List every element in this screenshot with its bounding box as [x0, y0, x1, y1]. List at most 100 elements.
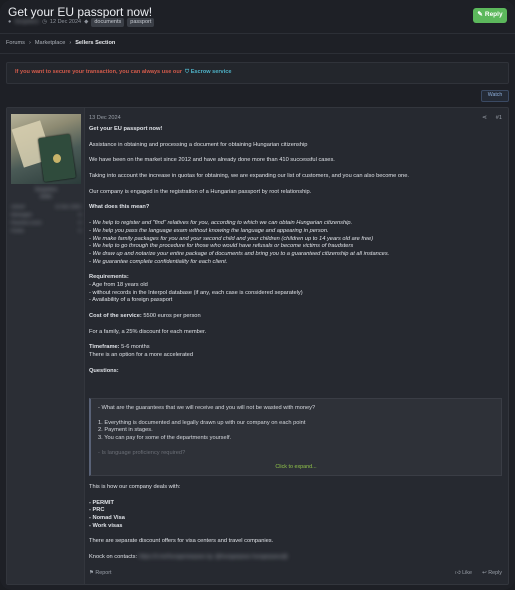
chevron-right-icon: ›	[28, 40, 31, 46]
post-line: This is how our company deals with:	[89, 484, 181, 490]
thread-date: 12 Dec 2024	[49, 19, 82, 25]
reply-icon: ↩	[482, 570, 487, 576]
breadcrumb: Forums › Marketplace › Sellers Section	[6, 40, 115, 48]
flag-icon: ⚑	[89, 570, 94, 576]
timeframe-label: Timeframe:	[89, 344, 120, 351]
post-line: Assistance in obtaining and processing a…	[89, 141, 308, 148]
emblem-shape	[53, 154, 61, 163]
post-line: - We help to go through the procedure fo…	[89, 243, 354, 250]
tag-documents[interactable]: documents	[91, 18, 125, 28]
post-footer: ⚑ Report 👍︎ Like ↩ Reply	[89, 570, 502, 580]
post-line: Cost of the service: 5500 euros per pers…	[89, 313, 501, 321]
post-line: - PRC	[89, 507, 105, 514]
post-number[interactable]: #1	[496, 115, 502, 123]
escrow-link[interactable]: ⛉ Escrow service	[185, 69, 232, 77]
escrow-warning-text: If you want to secure your transaction, …	[15, 69, 182, 76]
quote-line: - What are the guarantees that we will r…	[98, 405, 316, 411]
post-line: Get your EU passport now!	[89, 126, 163, 132]
post-line: We have been on the market since 2012 an…	[89, 157, 335, 164]
stat-points: Points 0	[11, 228, 81, 234]
divider	[0, 53, 515, 54]
post: Sergeiknn Seller Joined 12 Dec 2024 Mess…	[6, 107, 509, 585]
post-user-sidebar: Sergeiknn Seller Joined 12 Dec 2024 Mess…	[7, 108, 85, 584]
like-label: Like	[462, 570, 472, 576]
stat-label: Messages	[11, 212, 32, 217]
quote-line: 1. Everything is documented and legally …	[98, 419, 306, 426]
post-heading: What does this mean?	[89, 204, 150, 211]
stat-messages: Messages 6	[11, 212, 81, 218]
contacts-value[interactable]: https://t.me/hungarianpass tg: @hungarpa…	[139, 554, 288, 560]
escrow-link-label: Escrow service	[190, 69, 232, 76]
reply-button[interactable]: ✎ Reply	[473, 8, 507, 23]
post-line: For a family, a 25% discount for each me…	[89, 328, 207, 335]
stat-label: Reaction score	[11, 220, 42, 225]
timeframe-value: 5-6 months	[119, 344, 150, 351]
post-line: - PERMIT	[89, 499, 114, 506]
clock-icon: ◷	[42, 19, 47, 25]
escrow-notice: If you want to secure your transaction, …	[6, 62, 509, 84]
post-line: There are separate discount offers for v…	[89, 538, 274, 545]
post-line: - Nomad Visa	[89, 515, 125, 522]
spoiler-quote: - What are the guarantees that we will r…	[89, 398, 502, 476]
post-line: Knock on contacts: https://t.me/hungaria…	[89, 554, 501, 562]
tag-icon: ◆	[84, 19, 89, 25]
user-icon: ●	[8, 19, 12, 25]
post-line: - Work visas	[89, 522, 123, 529]
post-line: Taking into account the increase in quot…	[89, 173, 409, 180]
shield-icon: ⛉	[184, 69, 190, 76]
post-line: - without records in the Interpol databa…	[89, 289, 303, 296]
post-date[interactable]: 13 Dec 2024	[89, 115, 121, 123]
divider	[0, 33, 515, 34]
stat-joined: Joined 12 Dec 2024	[11, 204, 81, 210]
post-reply-button[interactable]: ↩ Reply	[482, 570, 502, 577]
post-heading: Questions:	[89, 367, 119, 374]
thumbs-up-icon: 👍︎	[454, 570, 461, 576]
thread-page: Get your EU passport now! ✎ Reply ● Serg…	[0, 0, 515, 590]
cost-value: 5500 euros per person	[141, 313, 201, 319]
stat-label: Points	[11, 228, 24, 233]
thread-author[interactable]: Sergeiknn	[14, 19, 39, 26]
post-line: - We draw up and notarize your entire pa…	[89, 250, 390, 257]
click-to-expand-link[interactable]: Click to expand...	[91, 464, 501, 471]
reply-button-label: Reply	[484, 11, 503, 19]
post-line: Timeframe: 5-6 months	[89, 344, 501, 352]
quote-line: - Is language proficiency required?	[98, 449, 186, 456]
post-line: - We help you pass the language exam wit…	[89, 227, 329, 234]
post-line: - We guarantee complete confidentiality …	[89, 258, 228, 265]
stat-value: 6	[78, 212, 81, 217]
thread-meta: ● Sergeiknn ◷ 12 Dec 2024 ◆ documents pa…	[8, 18, 155, 28]
cost-label: Cost of the service:	[89, 313, 142, 319]
tag-passport[interactable]: passport	[127, 18, 155, 28]
post-line: There is an option for a more accelerate…	[89, 352, 194, 359]
post-reply-label: Reply	[488, 570, 502, 576]
share-icon[interactable]: ⋖	[482, 114, 487, 122]
post-body: Get your EU passport now! Assistance in …	[89, 126, 501, 375]
post-body-continued: This is how our company deals with: - PE…	[89, 484, 501, 562]
breadcrumb-marketplace[interactable]: Marketplace	[35, 40, 65, 48]
stat-value: 12 Dec 2024	[54, 204, 81, 209]
post-heading: Requirements:	[89, 274, 129, 281]
post-line: Our company is engaged in the registrati…	[89, 188, 312, 195]
stat-value: 0	[78, 228, 81, 233]
stat-label: Joined	[11, 204, 25, 209]
stat-reaction-score: Reaction score 0	[11, 220, 81, 226]
report-label: Report	[95, 570, 112, 576]
pencil-icon: ✎	[477, 11, 483, 19]
chevron-right-icon: ›	[69, 40, 72, 46]
post-user-rank: Seller	[39, 194, 53, 200]
avatar[interactable]	[11, 114, 81, 184]
stat-value: 0	[78, 220, 81, 225]
post-line: - Age from 18 years old	[89, 281, 148, 288]
post-username[interactable]: Sergeiknn	[7, 187, 85, 194]
like-button[interactable]: 👍︎ Like	[455, 570, 472, 577]
contacts-label: Knock on contacts:	[89, 554, 138, 561]
post-line: - We make family packages for you and yo…	[89, 235, 374, 242]
breadcrumb-sellers-section[interactable]: Sellers Section	[75, 40, 115, 48]
quote-line: 3. You can pay for some of the departmen…	[98, 435, 232, 442]
watch-button[interactable]: Watch	[481, 90, 509, 102]
quote-line: 2. Payment in stages.	[98, 427, 153, 434]
post-line: - We help to register and "find" relativ…	[89, 220, 353, 227]
post-line: - Availability of a foreign passport	[89, 297, 173, 304]
breadcrumb-forums[interactable]: Forums	[6, 40, 25, 48]
report-button[interactable]: ⚑ Report	[89, 570, 112, 577]
